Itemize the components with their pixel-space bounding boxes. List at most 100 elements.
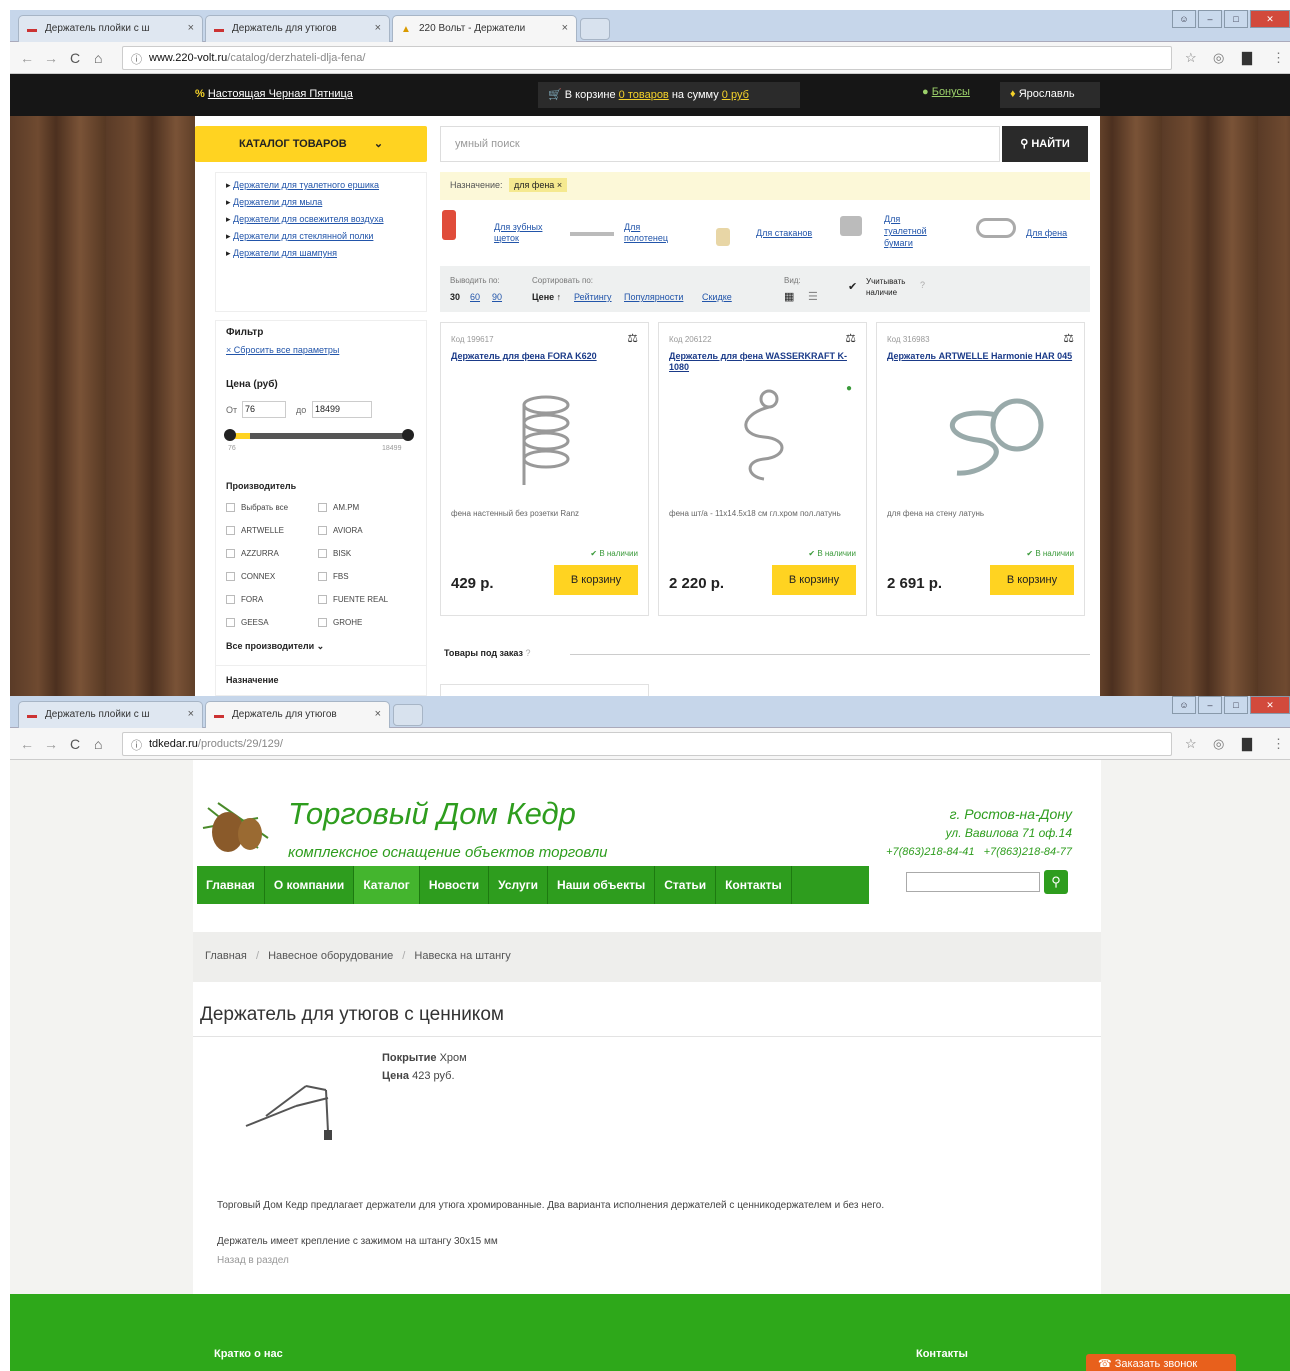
maker-checkbox[interactable]: FBS <box>318 572 349 582</box>
close-window-icon[interactable]: ✕ <box>1250 696 1290 714</box>
maker-checkbox[interactable]: BISK <box>318 549 351 559</box>
sort-discount[interactable]: Скидке <box>702 292 732 302</box>
maker-checkbox[interactable]: CONNEX <box>226 572 275 582</box>
menu-item-articles[interactable]: Статьи <box>655 866 717 904</box>
menu-item-catalog[interactable]: Каталог <box>354 866 420 904</box>
close-window-icon[interactable]: ✕ <box>1250 10 1290 28</box>
extension-icon[interactable]: ▇ <box>1242 50 1252 66</box>
category-hairdryer-link[interactable]: Для фена <box>1026 228 1067 238</box>
reload-icon[interactable]: C <box>70 736 80 752</box>
compare-icon[interactable]: ⚖ <box>627 331 638 345</box>
tab-1[interactable]: ▬ Держатель плойки с ш × <box>18 15 203 42</box>
new-tab-button[interactable] <box>580 18 610 40</box>
maker-checkbox[interactable]: GEESA <box>226 618 269 628</box>
new-tab-button[interactable] <box>393 704 423 726</box>
product-title-link[interactable]: Держатель для фена FORA K620 <box>451 351 641 362</box>
site-search-input[interactable] <box>906 872 1040 892</box>
close-tab-icon[interactable]: × <box>562 22 568 34</box>
category-towel-link[interactable]: Для полотенец <box>624 222 684 244</box>
minimize-icon[interactable]: – <box>1198 696 1222 714</box>
back-icon[interactable]: ← <box>20 736 34 752</box>
sort-rating[interactable]: Рейтингу <box>574 292 612 302</box>
close-tab-icon[interactable]: × <box>188 22 194 34</box>
slider-handle-max[interactable] <box>402 429 414 441</box>
checkbox-checked-icon[interactable]: ✔ <box>848 280 857 293</box>
all-makers-link[interactable]: Все производители ⌄ <box>226 641 324 652</box>
home-icon[interactable]: ⌂ <box>94 50 102 66</box>
category-glass-link[interactable]: Для стаканов <box>756 228 812 238</box>
menu-item-services[interactable]: Услуги <box>489 866 549 904</box>
bookmark-star-icon[interactable]: ☆ <box>1185 736 1197 752</box>
tab-1[interactable]: ▬ Держатель плойки с ш × <box>18 701 203 728</box>
search-input[interactable]: умный поиск <box>440 126 1000 162</box>
show-90[interactable]: 90 <box>492 292 502 302</box>
url-input[interactable]: ⓘ tdkedar.ru/products/29/129/ <box>122 732 1172 756</box>
help-icon[interactable]: ? <box>526 648 531 658</box>
breadcrumb-item[interactable]: Главная <box>205 950 247 962</box>
show-30[interactable]: 30 <box>450 292 460 302</box>
maker-checkbox[interactable]: FUENTE REAL <box>318 595 388 605</box>
user-icon[interactable]: ☺ <box>1172 696 1196 714</box>
reload-icon[interactable]: C <box>70 50 80 66</box>
category-toothbrush-link[interactable]: Для зубных щеток <box>494 222 554 244</box>
menu-icon[interactable]: ⋮ <box>1272 50 1285 66</box>
close-tab-icon[interactable]: × <box>188 708 194 720</box>
forward-icon[interactable]: → <box>44 50 58 66</box>
sort-price[interactable]: Цене ↑ <box>532 292 561 302</box>
cart-summary[interactable]: 🛒 В корзине 0 товаров на сумму 0 руб <box>538 82 800 108</box>
reset-filters-link[interactable]: × Сбросить все параметры <box>226 345 339 355</box>
search-button[interactable]: ⚲ НАЙТИ <box>1002 126 1088 162</box>
maximize-icon[interactable]: □ <box>1224 10 1248 28</box>
compare-icon[interactable]: ⚖ <box>845 331 856 345</box>
price-to-input[interactable]: 18499 <box>312 401 372 418</box>
bookmark-star-icon[interactable]: ☆ <box>1185 50 1197 66</box>
logo-title[interactable]: Торговый Дом Кедр <box>288 796 576 832</box>
sort-popularity[interactable]: Популярности <box>624 292 683 302</box>
breadcrumb-item[interactable]: Навесное оборудование <box>268 950 393 962</box>
menu-icon[interactable]: ⋮ <box>1272 736 1285 752</box>
callback-button[interactable]: ☎ Заказать звонок <box>1086 1354 1236 1371</box>
home-icon[interactable]: ⌂ <box>94 736 102 752</box>
maximize-icon[interactable]: □ <box>1224 696 1248 714</box>
bonus-link[interactable]: ● Бонусы <box>922 86 970 98</box>
menu-item-home[interactable]: Главная <box>197 866 265 904</box>
sidebar-link[interactable]: ▸ Держатели для стеклянной полки <box>226 230 421 243</box>
maker-checkbox[interactable]: GROHE <box>318 618 362 628</box>
extension-icon[interactable]: ◎ <box>1213 736 1224 752</box>
tab-2-active[interactable]: ▬ Держатель для утюгов × <box>205 701 390 728</box>
help-icon[interactable]: ? <box>920 280 925 290</box>
back-to-section-link[interactable]: Назад в раздел <box>217 1255 289 1266</box>
close-tab-icon[interactable]: × <box>375 22 381 34</box>
show-60[interactable]: 60 <box>470 292 480 302</box>
maker-checkbox[interactable]: AVIORA <box>318 526 363 536</box>
purpose-chip[interactable]: для фена × <box>509 178 568 192</box>
extension-icon[interactable]: ◎ <box>1213 50 1224 66</box>
city-selector[interactable]: ♦ Ярославль <box>1000 82 1100 108</box>
price-slider[interactable] <box>228 433 408 439</box>
extension-icon[interactable]: ▇ <box>1242 736 1252 752</box>
sidebar-link[interactable]: ▸ Держатели для туалетного ершика <box>226 179 421 192</box>
menu-item-about[interactable]: О компании <box>265 866 355 904</box>
category-paper-link[interactable]: Для туалетной бумаги <box>884 213 944 249</box>
price-from-input[interactable]: 76 <box>242 401 286 418</box>
search-icon[interactable]: ⚲ <box>1044 870 1068 894</box>
breadcrumb-item[interactable]: Навеска на штангу <box>414 950 510 962</box>
maker-checkbox[interactable]: FORA <box>226 595 263 605</box>
sidebar-link[interactable]: ▸ Держатели для освежителя воздуха <box>226 213 421 226</box>
compare-icon[interactable]: ⚖ <box>1063 331 1074 345</box>
menu-item-contacts[interactable]: Контакты <box>716 866 792 904</box>
sidebar-link[interactable]: ▸ Держатели для шампуня <box>226 247 421 260</box>
add-to-cart-button[interactable]: В корзину <box>990 565 1074 595</box>
close-tab-icon[interactable]: × <box>375 708 381 720</box>
add-to-cart-button[interactable]: В корзину <box>554 565 638 595</box>
back-icon[interactable]: ← <box>20 50 34 66</box>
tab-3-active[interactable]: ▲ 220 Вольт - Держатели × <box>392 15 577 42</box>
url-input[interactable]: ⓘ www.220-volt.ru/catalog/derzhateli-dlja… <box>122 46 1172 70</box>
sidebar-link[interactable]: ▸ Держатели для мыла <box>226 196 421 209</box>
maker-checkbox[interactable]: AZZURRA <box>226 549 279 559</box>
promo-link[interactable]: % Настоящая Черная Пятница <box>195 88 353 100</box>
catalog-button[interactable]: КАТАЛОГ ТОВАРОВ ⌄ <box>195 126 427 162</box>
menu-item-news[interactable]: Новости <box>420 866 490 904</box>
maker-checkbox[interactable]: ARTWELLE <box>226 526 284 536</box>
maker-checkbox[interactable]: Выбрать все <box>226 503 288 513</box>
